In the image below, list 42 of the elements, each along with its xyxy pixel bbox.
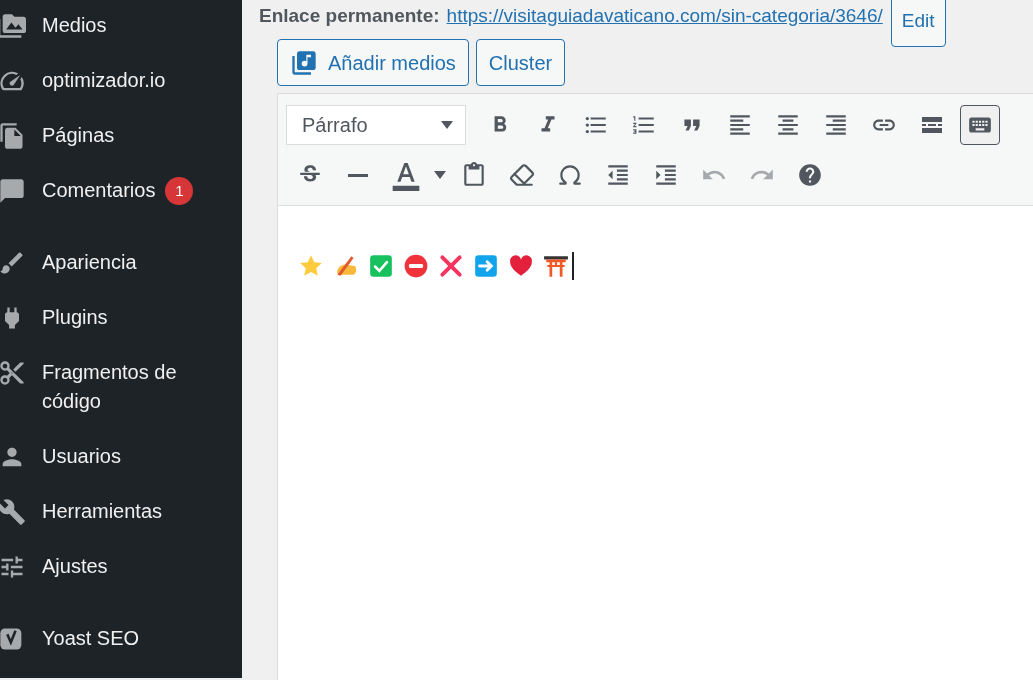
sidebar-item[interactable]: Ajustes [0, 539, 242, 594]
toolbar-button[interactable] [960, 105, 1000, 145]
omega-icon [557, 162, 583, 188]
sidebar-item[interactable]: Fragmentos de código [0, 345, 242, 429]
sidebar-item[interactable]: optimizador.io [0, 53, 242, 108]
check-icon [368, 253, 394, 279]
sidebar-item[interactable]: Comentarios 1 [0, 163, 242, 218]
media-icon [0, 11, 26, 40]
sidebar-item[interactable]: Yoast SEO [0, 611, 242, 666]
edit-button[interactable]: Edit [890, 0, 946, 47]
horizontal-line-icon [348, 173, 368, 177]
wrench-icon [0, 497, 26, 526]
add-media-button[interactable]: Añadir medios [277, 39, 469, 86]
caret-icon[interactable] [434, 171, 446, 179]
clipboard-icon [461, 162, 487, 188]
align-right-icon [823, 112, 849, 138]
outdent-icon [605, 162, 631, 188]
indent-icon [653, 162, 679, 188]
toolbar-text-button[interactable]: Cluster [475, 39, 566, 86]
format-select[interactable]: Párrafo [286, 105, 466, 145]
star-icon [298, 253, 324, 279]
help-icon [797, 162, 823, 188]
sidebar-item[interactable]: Herramientas [0, 484, 242, 539]
permalink-label: Enlace permanente: [259, 4, 440, 28]
torii-gate-icon [543, 253, 569, 279]
sidebar-item[interactable]: Apariencia [0, 235, 242, 290]
caret-icon [441, 121, 453, 129]
count-badge: 1 [165, 176, 194, 205]
align-left-icon [727, 112, 753, 138]
cross-icon [438, 253, 464, 279]
sidebar-item[interactable]: Medios [0, 0, 242, 53]
text-cursor [572, 252, 574, 280]
align-center-icon [775, 112, 801, 138]
speech-bubble-icon [0, 176, 26, 205]
sidebar-item[interactable]: Plugins [0, 290, 242, 345]
sidebar-item[interactable]: Usuarios [0, 429, 242, 484]
scissors-icon [0, 358, 26, 387]
no-entry-icon [403, 253, 429, 279]
permalink-link[interactable]: https://visitaguiadavaticano.com/sin-categoria/3646/ [446, 2, 883, 31]
sidebar-item[interactable]: Páginas [0, 108, 242, 163]
eraser-icon [509, 162, 535, 188]
pages-icon [0, 121, 26, 150]
